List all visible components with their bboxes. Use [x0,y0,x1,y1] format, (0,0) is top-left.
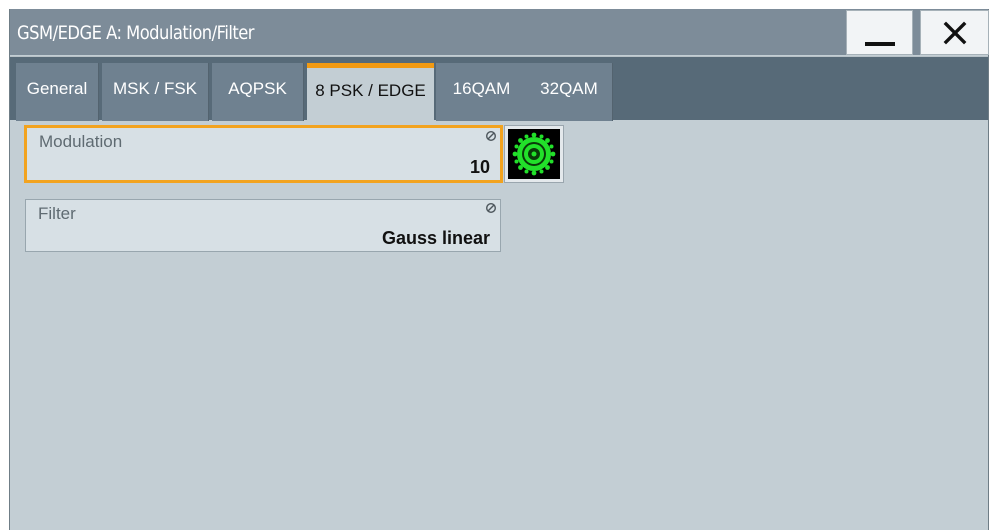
tab-general[interactable]: General [16,63,99,121]
tab-bar: General MSK / FSK AQPSK 8 PSK / EDGE 16Q… [10,56,988,121]
dialog-window: GSM/EDGE A: Modulation/Filter General MS… [9,9,989,530]
close-icon [943,21,967,45]
tab-16qam[interactable]: 16QAM [436,63,528,121]
constellation-button[interactable] [504,125,564,183]
filter-field[interactable]: Filter Gauss linear [25,199,501,252]
title-bar: GSM/EDGE A: Modulation/Filter [10,9,989,55]
minimize-button[interactable] [846,10,913,55]
minimize-icon [864,41,895,46]
modulation-label: Modulation [39,132,123,151]
read-only-icon [485,201,497,214]
window-title: GSM/EDGE A: Modulation/Filter [17,22,255,44]
constellation-icon [508,129,560,179]
filter-label: Filter [38,204,76,223]
read-only-icon [485,129,497,142]
filter-value: Gauss linear [381,228,490,248]
tab-8psk-edge[interactable]: 8 PSK / EDGE [307,63,434,121]
modulation-value: 10 [469,157,490,177]
tab-msk-fsk[interactable]: MSK / FSK [102,63,209,121]
tab-aqpsk[interactable]: AQPSK [212,63,304,121]
tab-32qam[interactable]: 32QAM [526,63,613,121]
modulation-field[interactable]: Modulation 10 [24,125,503,183]
close-button[interactable] [920,10,989,55]
constellation-graphic [512,132,556,176]
